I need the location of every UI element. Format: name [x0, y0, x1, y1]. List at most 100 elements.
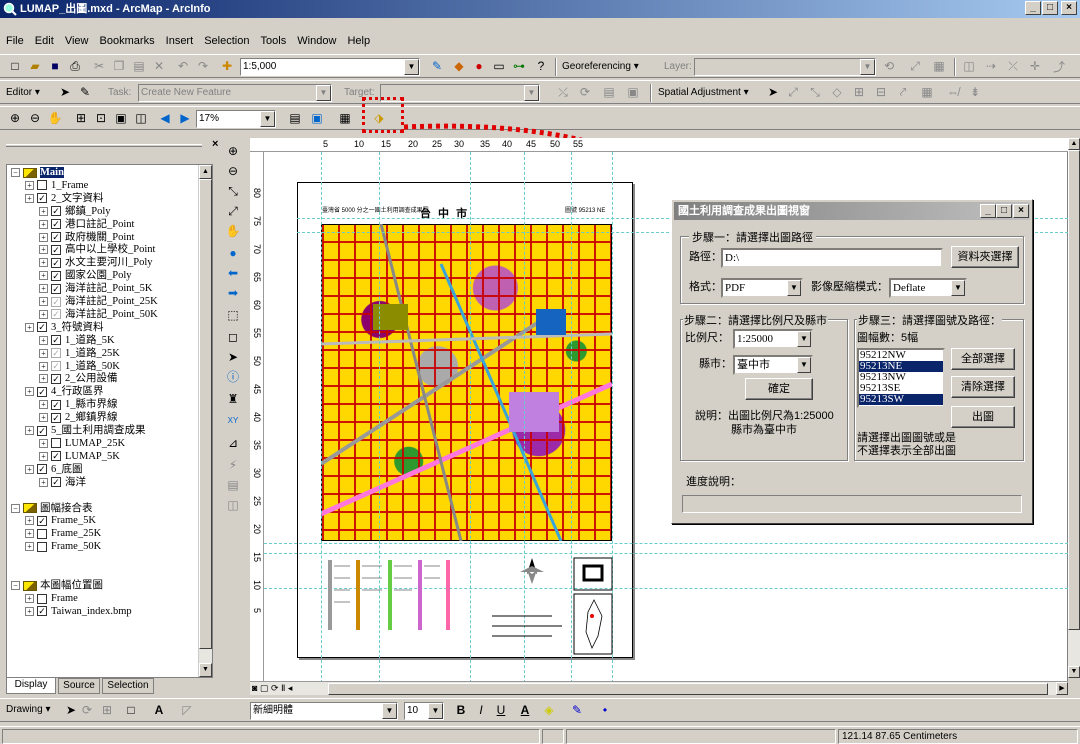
tab-source[interactable]: Source: [58, 678, 100, 694]
layer-checkbox[interactable]: ✓: [37, 606, 47, 617]
toc-layer-item[interactable]: + ✓ 1_道路_25K: [39, 348, 120, 360]
toc-layer-item[interactable]: + ✓ 1_道路_50K: [39, 361, 120, 373]
open-folder-icon[interactable]: ▰: [26, 57, 44, 75]
layer-checkbox[interactable]: ✓: [51, 477, 61, 488]
preview-icon[interactable]: ⊟: [872, 83, 890, 101]
rotate-element-icon[interactable]: ⟳: [78, 701, 96, 719]
collapse-icon[interactable]: −: [11, 581, 20, 591]
clear-selection-icon[interactable]: ◻: [224, 328, 242, 346]
expand-icon[interactable]: +: [25, 322, 34, 332]
scale-select[interactable]: 1:25000 ▼: [733, 329, 813, 349]
collapse-icon[interactable]: −: [11, 168, 20, 178]
expand-icon[interactable]: +: [25, 387, 34, 397]
chevron-down-icon[interactable]: ▼: [260, 111, 275, 127]
html-popup-icon[interactable]: ▤: [224, 476, 242, 494]
menu-insert[interactable]: Insert: [166, 35, 194, 47]
expand-icon[interactable]: +: [25, 516, 34, 526]
expand-icon[interactable]: +: [39, 297, 48, 307]
scroll-down-icon[interactable]: ▼: [199, 663, 212, 677]
minimize-button[interactable]: _: [1025, 1, 1041, 15]
confirm-button[interactable]: 確定: [745, 378, 813, 400]
toc-layer-item[interactable]: + Frame_25K: [25, 528, 101, 540]
dialog-maximize-button[interactable]: □: [996, 204, 1012, 218]
toc-layer-item[interactable]: + Frame: [25, 593, 78, 605]
map-scale-combo[interactable]: 1:5,000 ▼: [240, 58, 420, 76]
toc-data-frame[interactable]: − 本圖幅位置圖: [11, 580, 103, 592]
drawing-menu[interactable]: Drawing ▾: [6, 701, 50, 719]
new-link-icon[interactable]: ⤢: [784, 83, 802, 101]
chevron-down-icon[interactable]: ▼: [428, 703, 443, 719]
toc-layer-item[interactable]: + ✓ 1_縣市界線: [39, 399, 118, 411]
layer-checkbox[interactable]: ✓: [51, 348, 61, 359]
bold-button[interactable]: B: [452, 701, 470, 719]
select-elements-icon[interactable]: ➤: [764, 83, 782, 101]
expand-icon[interactable]: +: [39, 361, 48, 371]
layer-checkbox[interactable]: ✓: [37, 193, 47, 204]
toc-layer-item[interactable]: + ✓ 2_文字資料: [25, 193, 104, 205]
tab-selection[interactable]: Selection: [102, 678, 154, 694]
fixed-zoom-in-icon[interactable]: ⊞: [72, 109, 90, 127]
zoom-100-icon[interactable]: ◫: [132, 109, 150, 127]
expand-icon[interactable]: +: [39, 413, 48, 423]
toc-layer-item[interactable]: + ✓ 5_國土利用調查成果: [25, 425, 146, 437]
rectangle-tool-icon[interactable]: □: [122, 701, 140, 719]
toggle-draft-icon[interactable]: ▤: [286, 109, 304, 127]
hyperlink-icon[interactable]: ⚡: [224, 456, 242, 474]
delete-icon[interactable]: ✕: [150, 57, 168, 75]
folder-select-button[interactable]: 資料夾選擇: [951, 246, 1019, 268]
edit-tool-icon[interactable]: ➤: [56, 83, 74, 101]
county-select[interactable]: 臺中市 ▼: [733, 355, 813, 375]
scroll-up-icon[interactable]: ▲: [1068, 138, 1080, 150]
dialog-minimize-button[interactable]: _: [980, 204, 996, 218]
layer-checkbox[interactable]: ✓: [51, 270, 61, 281]
clear-selection-button[interactable]: 清除選擇: [951, 376, 1015, 398]
toc-layer-item[interactable]: + ✓ 水文主要河川_Poly: [39, 257, 153, 269]
view-links-icon[interactable]: ▦: [918, 83, 936, 101]
layer-checkbox[interactable]: ✓: [51, 451, 61, 462]
menu-help[interactable]: Help: [347, 35, 370, 47]
layer-checkbox[interactable]: [37, 593, 47, 604]
path-input[interactable]: D:\: [721, 248, 943, 268]
format-select[interactable]: PDF ▼: [721, 278, 803, 298]
expand-icon[interactable]: +: [39, 206, 48, 216]
layer-checkbox[interactable]: [51, 438, 61, 449]
multi-link-icon[interactable]: ⤡: [806, 83, 824, 101]
toc-scrollbar[interactable]: ▲ ▼: [198, 165, 212, 677]
toc-layer-item[interactable]: + ✓ 1_道路_5K: [39, 335, 115, 347]
cross-icon[interactable]: ✛: [1026, 57, 1044, 75]
arctoolbox-icon[interactable]: ◆: [450, 57, 468, 75]
font-combo[interactable]: 新細明體 ▼: [250, 702, 398, 720]
layer-checkbox[interactable]: [37, 180, 47, 191]
arccatalog-icon[interactable]: ●: [470, 57, 488, 75]
georeferencing-menu[interactable]: Georeferencing ▾: [562, 58, 639, 76]
expand-icon[interactable]: +: [25, 180, 34, 190]
copy-icon[interactable]: ❐: [110, 57, 128, 75]
canvas-hscroll-thumb[interactable]: [328, 683, 1048, 695]
font-size-combo[interactable]: 10 ▼: [404, 702, 444, 720]
expand-icon[interactable]: +: [39, 284, 48, 294]
output-button[interactable]: 出圖: [951, 406, 1015, 428]
toc-layer-item[interactable]: + ✓ LUMAP_5K: [39, 451, 120, 463]
expand-icon[interactable]: +: [39, 335, 48, 345]
toc-layer-item[interactable]: + ✓ 3_符號資料: [25, 322, 104, 334]
layer-checkbox[interactable]: ✓: [51, 361, 61, 372]
edit-vertices-icon[interactable]: ◸: [178, 701, 196, 719]
chevron-down-icon[interactable]: ▼: [860, 59, 875, 75]
view-switch-icons[interactable]: ◙ ▢ ⟳ Ⅱ ◂: [252, 683, 292, 694]
expand-icon[interactable]: +: [39, 438, 48, 448]
scroll-down-icon[interactable]: ▼: [1068, 666, 1080, 678]
sheet-list[interactable]: 95212NW 95213NE 95213NW 95213SE 95213SW: [857, 348, 945, 408]
zoom-in-page-icon[interactable]: ⊕: [6, 109, 24, 127]
menu-edit[interactable]: Edit: [35, 35, 54, 47]
fixed-zoom-out-icon[interactable]: ⊡: [92, 109, 110, 127]
toc-scroll-thumb[interactable]: [199, 179, 212, 649]
split-icon[interactable]: ⤯: [554, 83, 572, 101]
expand-icon[interactable]: +: [39, 309, 48, 319]
chevron-down-icon[interactable]: ▼: [382, 703, 397, 719]
cut-icon[interactable]: ✂: [90, 57, 108, 75]
link-table-view-icon[interactable]: ⊞: [850, 83, 868, 101]
layer-checkbox[interactable]: ✓: [51, 206, 61, 217]
fixed-zoom-in-icon[interactable]: ⤡: [224, 182, 242, 200]
toc-layer-item[interactable]: +1_Frame: [25, 180, 88, 192]
layer-checkbox[interactable]: ✓: [51, 296, 61, 307]
